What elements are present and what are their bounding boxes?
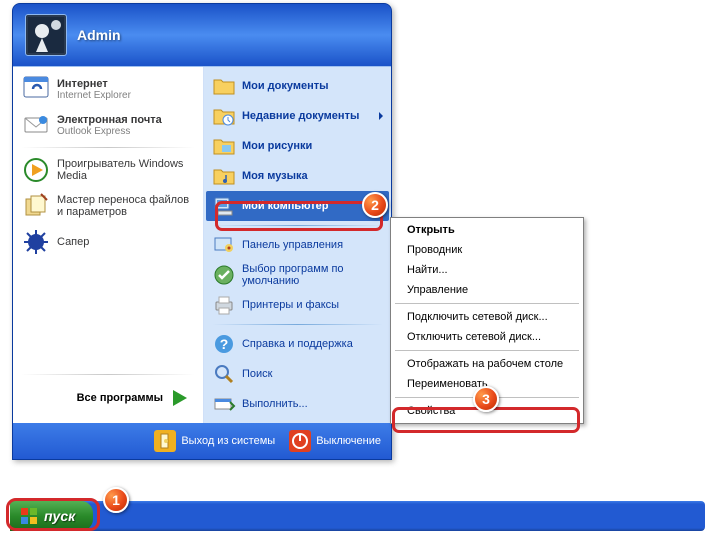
item-sublabel: Internet Explorer: [57, 90, 131, 101]
cm-open[interactable]: Открыть: [393, 220, 581, 240]
start-label: пуск: [44, 508, 75, 524]
recent-item[interactable]: Недавние документы: [206, 101, 389, 131]
separator: [212, 225, 383, 226]
logoff-label: Выход из системы: [181, 435, 275, 447]
item-label: Мастер переноса файлов и параметров: [57, 194, 195, 218]
cm-map-drive[interactable]: Подключить сетевой диск...: [393, 307, 581, 327]
arrow-icon: [169, 387, 191, 409]
search-icon: [212, 362, 236, 386]
windows-logo-icon: [20, 507, 38, 525]
start-menu-header: Admin: [13, 4, 391, 66]
item-label: Электронная почта: [57, 114, 162, 126]
logoff-button[interactable]: Выход из системы: [154, 430, 275, 452]
item-label: Интернет: [57, 78, 131, 90]
separator: [21, 374, 195, 375]
item-label: Недавние документы: [242, 110, 359, 122]
start-menu: Admin ИнтернетInternet Explorer Электрон…: [12, 3, 392, 460]
mine-icon: [21, 227, 51, 257]
separator: [395, 303, 579, 304]
shutdown-icon: [289, 430, 311, 452]
item-label: Панель управления: [242, 239, 343, 251]
start-menu-body: ИнтернетInternet Explorer Электронная по…: [13, 66, 391, 423]
music-icon: [212, 164, 236, 188]
defaults-icon: [212, 263, 236, 287]
item-label: Выбор программ по умолчанию: [242, 263, 383, 287]
badge-3: 3: [473, 386, 499, 412]
wmp-item[interactable]: Проигрыватель Windows Media: [15, 152, 201, 188]
run-item[interactable]: Выполнить...: [206, 389, 389, 419]
shutdown-button[interactable]: Выключение: [289, 430, 381, 452]
item-label: Моя музыка: [242, 170, 308, 182]
separator: [395, 350, 579, 351]
all-programs-label: Все программы: [77, 392, 163, 404]
start-menu-footer: Выход из системы Выключение: [13, 423, 391, 459]
printers-item[interactable]: Принтеры и факсы: [206, 290, 389, 320]
control-panel-icon: [212, 233, 236, 257]
all-programs[interactable]: Все программы: [15, 379, 201, 417]
help-item[interactable]: ? Справка и поддержка: [206, 329, 389, 359]
wizard-icon: [21, 191, 51, 221]
item-label: Мои документы: [242, 80, 329, 92]
separator: [21, 147, 195, 148]
folder-icon: [212, 74, 236, 98]
username: Admin: [77, 27, 121, 43]
wizard-item[interactable]: Мастер переноса файлов и параметров: [15, 188, 201, 224]
item-label: Справка и поддержка: [242, 338, 353, 350]
cm-unmap-drive[interactable]: Отключить сетевой диск...: [393, 327, 581, 347]
pictures-icon: [212, 134, 236, 158]
item-label: Сапер: [57, 236, 89, 248]
email-icon: [21, 110, 51, 140]
help-icon: ?: [212, 332, 236, 356]
control-panel-item[interactable]: Панель управления: [206, 230, 389, 260]
item-label: Принтеры и факсы: [242, 299, 339, 311]
minesweeper-item[interactable]: Сапер: [15, 224, 201, 260]
cm-explore[interactable]: Проводник: [393, 240, 581, 260]
item-label: Мои рисунки: [242, 140, 312, 152]
email-item[interactable]: Электронная почтаOutlook Express: [15, 107, 201, 143]
cm-manage[interactable]: Управление: [393, 280, 581, 300]
start-button[interactable]: пуск: [10, 501, 93, 531]
svg-text:?: ?: [220, 336, 229, 352]
shutdown-label: Выключение: [316, 435, 381, 447]
cm-show-desktop[interactable]: Отображать на рабочем столе: [393, 354, 581, 374]
mypics-item[interactable]: Мои рисунки: [206, 131, 389, 161]
left-column: ИнтернетInternet Explorer Электронная по…: [13, 67, 204, 423]
item-sublabel: Outlook Express: [57, 126, 162, 137]
right-column: Мои документы Недавние документы Мои рис…: [204, 67, 391, 423]
item-label: Мой компьютер: [242, 200, 329, 212]
printer-icon: [212, 293, 236, 317]
computer-icon: [212, 194, 236, 218]
mydocs-item[interactable]: Мои документы: [206, 71, 389, 101]
chevron-right-icon: [379, 112, 383, 120]
ie-icon: [21, 74, 51, 104]
badge-2: 2: [362, 192, 388, 218]
wmp-icon: [21, 155, 51, 185]
defaults-item[interactable]: Выбор программ по умолчанию: [206, 260, 389, 290]
user-avatar[interactable]: [25, 14, 67, 56]
mymusic-item[interactable]: Моя музыка: [206, 161, 389, 191]
cm-find[interactable]: Найти...: [393, 260, 581, 280]
search-item[interactable]: Поиск: [206, 359, 389, 389]
item-label: Проигрыватель Windows Media: [57, 158, 195, 182]
item-label: Выполнить...: [242, 398, 308, 410]
badge-1: 1: [103, 487, 129, 513]
run-icon: [212, 392, 236, 416]
internet-item[interactable]: ИнтернетInternet Explorer: [15, 71, 201, 107]
separator: [212, 324, 383, 325]
logoff-icon: [154, 430, 176, 452]
item-label: Поиск: [242, 368, 272, 380]
recent-icon: [212, 104, 236, 128]
